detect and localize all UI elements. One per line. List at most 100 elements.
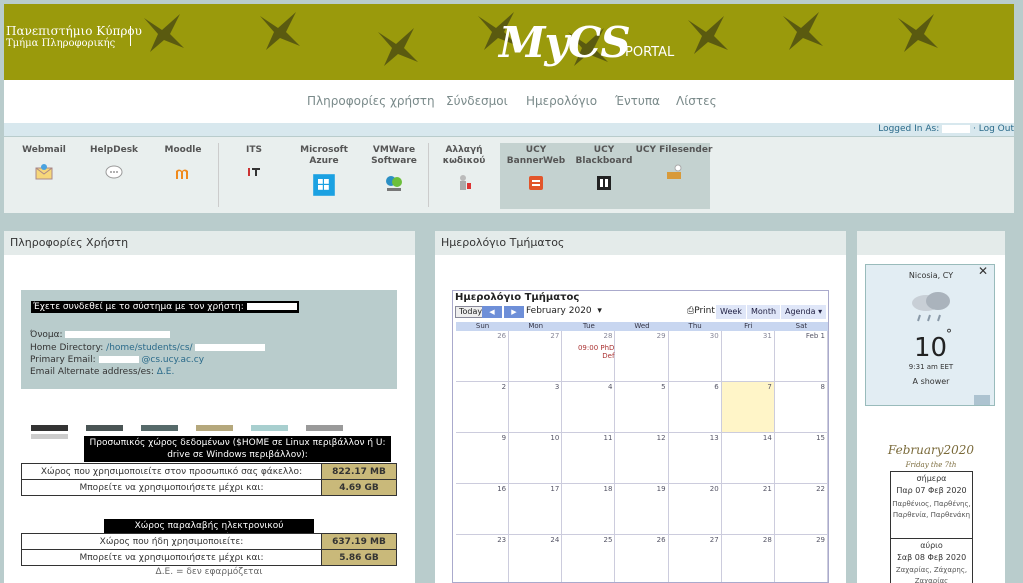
university-name[interactable]: Πανεπιστήμιο Κύπρου Τμήμα Πληροφορικής: [6, 24, 142, 49]
print-button[interactable]: ⎙Print: [687, 306, 715, 316]
tool-webmail[interactable]: Webmail: [4, 145, 84, 182]
calendar-event[interactable]: 09:00 PhD Def: [564, 344, 614, 360]
calendar-day-cell[interactable]: Feb 1: [774, 331, 828, 382]
calendar-day-cell[interactable]: 9: [456, 433, 510, 484]
redacted-username: [942, 124, 971, 133]
divider: [891, 538, 972, 539]
calendar-day-cell[interactable]: 14: [721, 433, 775, 484]
calendar-day-cell[interactable]: 27: [509, 331, 563, 382]
calendar-day-cell[interactable]: 10: [509, 433, 563, 484]
home-quota-header: Προσωπικός χώρος δεδομένων ($HOME σε Lin…: [84, 436, 391, 462]
mini-calendar-title: February2020: [887, 443, 975, 457]
calendar-day-cell[interactable]: 16: [456, 484, 510, 535]
calendar-day-cell[interactable]: 17: [509, 484, 563, 535]
calendar-day-cell[interactable]: 27: [669, 535, 722, 582]
nav-links[interactable]: Σύνδεσμοι: [446, 94, 508, 108]
email-label: Primary Email:: [30, 355, 96, 365]
calendar-day-cell[interactable]: 28 09:00 PhD Def: [562, 331, 616, 382]
leaf-decoration-icon: [688, 16, 728, 54]
day-number: 28: [762, 536, 772, 544]
calendar-day-cell[interactable]: 3: [509, 382, 563, 433]
nav-forms[interactable]: Έντυπα: [615, 94, 660, 108]
calendar-day-cell[interactable]: 26: [615, 535, 669, 582]
month-selector[interactable]: February 2020 ▾: [526, 306, 602, 316]
calendar-day-cell[interactable]: 15: [774, 433, 828, 484]
week-view-tab[interactable]: Week: [716, 305, 746, 319]
header-divider: [130, 26, 131, 46]
calendar-day-cell[interactable]: 25: [562, 535, 616, 582]
next-month-button[interactable]: ▶: [504, 306, 524, 318]
calendar-day-cell[interactable]: 4: [562, 382, 616, 433]
weather-city: Nicosia, CY: [908, 271, 954, 280]
calendar-day-cell[interactable]: 23: [456, 535, 510, 582]
prev-month-button[interactable]: ◀: [482, 306, 502, 318]
calendar-day-cell[interactable]: 5: [615, 382, 669, 433]
home-label: Home Directory:: [30, 343, 104, 353]
calendar-day-cell[interactable]: 8: [774, 382, 828, 433]
logout-link[interactable]: Log Out: [979, 124, 1014, 134]
calendar-day-cell[interactable]: 12: [615, 433, 669, 484]
right-panel-header: [857, 231, 1005, 255]
tool-label: Αλλαγή κωδικού: [442, 145, 486, 166]
primary-email-value[interactable]: @cs.ucy.ac.cy: [141, 355, 204, 365]
weekday-header: Sun Mon Tue Wed Thu Fri Sat: [456, 322, 828, 331]
nav-calendar[interactable]: Ημερολόγιο: [526, 94, 597, 108]
tool-moodle[interactable]: Moodle: [143, 145, 223, 182]
redacted-email: [98, 356, 139, 363]
day-number: 6: [714, 383, 719, 391]
nav-lists[interactable]: Λίστες: [676, 94, 717, 108]
calendar-day-cell[interactable]: 11: [562, 433, 616, 484]
calendar-day-cell[interactable]: 26: [456, 331, 510, 382]
tool-change-password[interactable]: Αλλαγή κωδικού: [424, 145, 504, 193]
tomorrow-date: Σαβ 08 Φεβ 2020: [896, 553, 967, 562]
calendar-day-cell[interactable]: 30: [668, 331, 722, 382]
day-number: 13: [709, 434, 719, 442]
mini-calendar-subtitle: Friday the 7th: [905, 461, 957, 469]
tool-vmware[interactable]: VMWare Software: [354, 145, 434, 193]
home-directory-value[interactable]: /home/students/cs/: [106, 343, 192, 353]
calendar-day-cell[interactable]: 20: [668, 484, 722, 535]
calendar-day-cell[interactable]: 28: [722, 535, 775, 582]
tool-blackboard[interactable]: UCY Blackboard: [564, 145, 644, 193]
calendar-day-cell[interactable]: 24: [509, 535, 563, 582]
tool-label: VMWare Software: [371, 145, 417, 166]
day-number: 22: [816, 485, 825, 493]
weather-condition: A shower: [912, 377, 950, 386]
tool-its[interactable]: ITS: [214, 145, 294, 182]
calendar-day-cell[interactable]: 7: [721, 382, 775, 433]
calendar-day-cell[interactable]: 2: [456, 382, 510, 433]
filesender-icon: [667, 164, 682, 179]
calendar-day-cell[interactable]: 29: [615, 331, 669, 382]
tool-helpdesk[interactable]: HelpDesk: [74, 145, 154, 182]
mail-limit-label: Μπορείτε να χρησιμοποιήσετε μέχρι και:: [21, 549, 322, 566]
calendar-day-cell[interactable]: 18: [562, 484, 616, 535]
calendar-day-cell[interactable]: 21: [721, 484, 775, 535]
calendar-day-cell[interactable]: 19: [615, 484, 669, 535]
calendar-day-cell[interactable]: 29: [775, 535, 828, 582]
close-icon[interactable]: ✕: [978, 264, 988, 278]
day-number: 5: [661, 383, 666, 391]
calendar-day-cell[interactable]: 22: [774, 484, 828, 535]
calendar-panel-header: Ημερολόγιο Τμήματος: [435, 231, 846, 255]
table-row: Χώρος που ήδη χρησιμοποιείτε: 637.19 MB: [21, 533, 397, 550]
redacted-username: [246, 303, 297, 310]
calendar-day-cell[interactable]: 13: [668, 433, 722, 484]
weather-more-button[interactable]: [974, 395, 990, 405]
month-view-tab[interactable]: Month: [747, 305, 781, 319]
agenda-view-tab[interactable]: Agenda ▾: [781, 305, 827, 319]
day-number: 15: [816, 434, 825, 442]
calendar-day-cell[interactable]: 6: [668, 382, 722, 433]
university-line1: Πανεπιστήμιο Κύπρου: [6, 24, 142, 38]
login-status: Logged In As: · Log Out: [878, 124, 1014, 134]
day-number: 25: [603, 536, 613, 544]
moodle-icon: [176, 169, 188, 179]
user-info-panel-header: Πληροφορίες Χρήστη: [4, 231, 415, 255]
nav-user-info[interactable]: Πληροφορίες χρήστη: [307, 94, 435, 108]
blackboard-icon: [597, 176, 611, 190]
mycs-logo[interactable]: MyCS: [499, 18, 631, 67]
tool-azure[interactable]: Microsoft Azure: [284, 145, 364, 197]
day-number: 12: [656, 434, 666, 442]
tool-filesender[interactable]: UCY Filesender: [634, 145, 714, 182]
weekday-label: Wed: [634, 322, 650, 330]
calendar-day-cell[interactable]: 31: [721, 331, 775, 382]
